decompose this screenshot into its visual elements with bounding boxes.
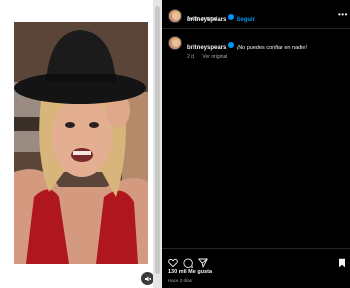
heart-icon [168, 258, 178, 268]
media-pane [0, 0, 162, 288]
scrollbar-thumb[interactable] [155, 6, 160, 274]
caption-avatar[interactable] [168, 36, 182, 50]
send-icon [198, 258, 208, 268]
caption-meta: 2 d Ver original [187, 45, 227, 63]
see-original-link[interactable]: Ver original [202, 54, 227, 60]
save-button[interactable] [337, 255, 347, 268]
video-player[interactable] [14, 22, 148, 264]
caption-age[interactable]: 2 d [187, 54, 194, 60]
audio-label[interactable]: Audio original [187, 16, 217, 22]
header-divider [162, 28, 350, 29]
comment-icon [183, 258, 193, 268]
video-frame-image [14, 22, 148, 264]
post-details-pane: britneyspears Seguir Audio original ••• b… [162, 0, 350, 288]
caption-text: ¡No puedes confiar en nadie! [236, 45, 307, 51]
avatar-image [169, 10, 181, 22]
avatar-image [169, 37, 181, 49]
author-avatar[interactable] [168, 9, 182, 23]
share-button[interactable] [198, 255, 208, 268]
comment-button[interactable] [183, 255, 193, 268]
verified-badge-icon [228, 13, 235, 20]
follow-button[interactable]: Seguir [236, 17, 255, 23]
like-button[interactable] [168, 255, 178, 268]
likes-count[interactable]: 130 mil Me gusta [168, 269, 212, 275]
verified-badge-icon [228, 41, 235, 48]
post-timestamp[interactable]: Hace 2 días [168, 278, 192, 283]
actions-divider [162, 248, 350, 249]
more-options-icon[interactable]: ••• [338, 10, 348, 19]
media-scrollbar[interactable] [153, 0, 162, 288]
bookmark-icon [339, 258, 345, 268]
speaker-muted-icon [144, 276, 151, 281]
